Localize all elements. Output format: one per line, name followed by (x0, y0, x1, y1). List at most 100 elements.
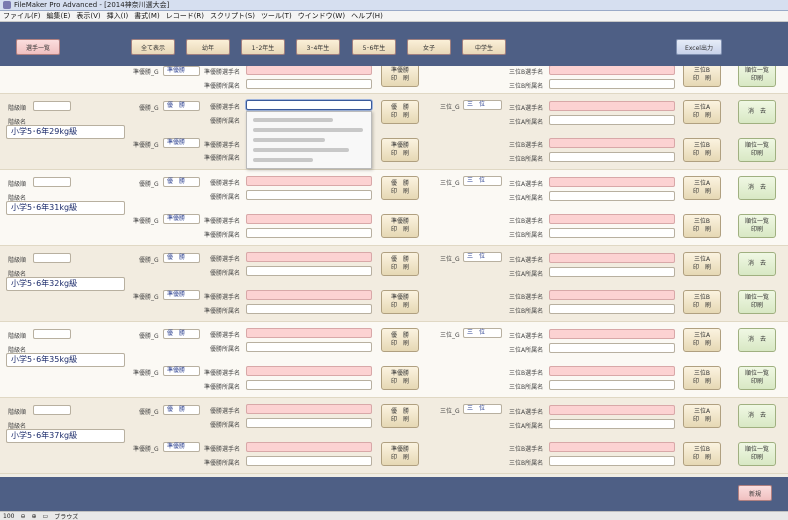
thirdB-name-field[interactable] (549, 442, 675, 452)
print-thirdB-button[interactable]: 三位B 印 刷 (683, 442, 721, 466)
dropdown-item[interactable] (253, 118, 333, 122)
grade34-button[interactable]: 3･4年生 (296, 39, 340, 55)
grade56-button[interactable]: 5･6年生 (352, 39, 396, 55)
menu-file[interactable]: ファイル(F) (3, 11, 41, 21)
thirdB-name-field[interactable] (549, 214, 675, 224)
menu-format[interactable]: 書式(M) (134, 11, 160, 21)
thirdA-name-field[interactable] (549, 329, 675, 339)
third-g-field[interactable]: 三 位 (463, 176, 502, 186)
print-win-button[interactable]: 優 勝 印 刷 (381, 100, 419, 124)
print-list-button[interactable]: 順位一覧 印刷 (738, 366, 776, 390)
runner-club-field[interactable] (246, 228, 372, 238)
menu-window[interactable]: ウインドウ(W) (298, 11, 345, 21)
win-name-field[interactable] (246, 404, 372, 414)
print-win-button[interactable]: 優 勝 印 刷 (381, 404, 419, 428)
thirdA-name-field[interactable] (549, 405, 675, 415)
win-name-field[interactable] (246, 328, 372, 338)
dropdown-item[interactable] (253, 158, 313, 162)
print-list-button[interactable]: 順位一覧 印刷 (738, 138, 776, 162)
third-g-field[interactable]: 三 位 (463, 252, 502, 262)
junior-high-button[interactable]: 中学生 (462, 39, 506, 55)
delete-button[interactable]: 消 去 (738, 176, 776, 200)
thirdA-name-field[interactable] (549, 177, 675, 187)
print-runner-button[interactable]: 準優勝 印 刷 (381, 442, 419, 466)
print-win-button[interactable]: 優 勝 印 刷 (381, 328, 419, 352)
print-thirdB-button[interactable]: 三位B 印 刷 (683, 290, 721, 314)
print-thirdA-button[interactable]: 三位A 印 刷 (683, 404, 721, 428)
print-list-button[interactable]: 順位一覧 印刷 (738, 66, 776, 87)
runner-g-field[interactable]: 準優勝 (163, 442, 200, 452)
thirdA-club-field[interactable] (549, 267, 675, 277)
print-thirdA-button[interactable]: 三位A 印 刷 (683, 252, 721, 276)
win-club-field[interactable] (246, 342, 372, 352)
print-list-button[interactable]: 順位一覧 印刷 (738, 214, 776, 238)
print-list-button[interactable]: 順位一覧 印刷 (738, 442, 776, 466)
menu-records[interactable]: レコード(R) (166, 11, 204, 21)
print-thirdA-button[interactable]: 三位A 印 刷 (683, 100, 721, 124)
runner-club-field[interactable] (246, 380, 372, 390)
print-win-button[interactable]: 優 勝 印 刷 (381, 176, 419, 200)
class-name-field[interactable]: 小学5･6年32kg級 (6, 277, 125, 291)
runner-g-field[interactable]: 準優勝 (163, 138, 200, 148)
thirdB-name-field[interactable] (549, 66, 675, 75)
grade12-button[interactable]: 1･2年生 (241, 39, 285, 55)
third-g-field[interactable]: 三 位 (463, 100, 502, 110)
print-thirdB-button[interactable]: 三位B 印 刷 (683, 214, 721, 238)
runner-club-field[interactable] (246, 304, 372, 314)
zoom-level[interactable]: 100 (3, 513, 14, 520)
delete-button[interactable]: 消 去 (738, 404, 776, 428)
thirdB-name-field[interactable] (549, 366, 675, 376)
print-runner-button[interactable]: 準優勝 印 刷 (381, 138, 419, 162)
win-g-field[interactable]: 優 勝 (163, 253, 200, 263)
print-win-button[interactable]: 優 勝 印 刷 (381, 252, 419, 276)
win-g-field[interactable]: 優 勝 (163, 329, 200, 339)
delete-button[interactable]: 消 去 (738, 328, 776, 352)
runner-name-field[interactable] (246, 366, 372, 376)
thirdA-name-field[interactable] (549, 253, 675, 263)
win-g-field[interactable]: 優 勝 (163, 405, 200, 415)
menu-insert[interactable]: 挿入(I) (107, 11, 129, 21)
third-g-field[interactable]: 三 位 (463, 328, 502, 338)
menu-tools[interactable]: ツール(T) (261, 11, 292, 21)
class-no-field[interactable] (33, 405, 71, 415)
print-runner-button[interactable]: 準優勝 印 刷 (381, 214, 419, 238)
zoom-in-icon[interactable]: ⊕ (31, 513, 36, 520)
class-no-field[interactable] (33, 329, 71, 339)
runner-club-field[interactable] (246, 79, 372, 89)
runner-club-field[interactable] (246, 456, 372, 466)
thirdB-name-field[interactable] (549, 290, 675, 300)
dropdown-item[interactable] (253, 128, 363, 132)
class-no-field[interactable] (33, 253, 71, 263)
print-thirdA-button[interactable]: 三位A 印 刷 (683, 176, 721, 200)
thirdB-club-field[interactable] (549, 304, 675, 314)
player-list-button[interactable]: 選手一覧 (16, 39, 60, 55)
win-g-field[interactable]: 優 勝 (163, 177, 200, 187)
zoom-out-icon[interactable]: ⊖ (20, 513, 25, 520)
thirdA-club-field[interactable] (549, 419, 675, 429)
thirdB-club-field[interactable] (549, 456, 675, 466)
thirdA-club-field[interactable] (549, 343, 675, 353)
thirdB-club-field[interactable] (549, 79, 675, 89)
print-thirdB-button[interactable]: 三位B 印 刷 (683, 366, 721, 390)
win-g-field[interactable]: 優 勝 (163, 101, 200, 111)
print-list-button[interactable]: 順位一覧 印刷 (738, 290, 776, 314)
show-all-button[interactable]: 全て表示 (131, 39, 175, 55)
print-thirdA-button[interactable]: 三位A 印 刷 (683, 328, 721, 352)
win-name-field[interactable] (246, 176, 372, 186)
class-name-field[interactable]: 小学5･6年35kg級 (6, 353, 125, 367)
thirdB-club-field[interactable] (549, 380, 675, 390)
menu-scripts[interactable]: スクリプト(S) (210, 11, 255, 21)
delete-button[interactable]: 消 去 (738, 252, 776, 276)
menu-help[interactable]: ヘルプ(H) (351, 11, 383, 21)
win-club-field[interactable] (246, 266, 372, 276)
thirdB-club-field[interactable] (549, 152, 675, 162)
menu-view[interactable]: 表示(V) (76, 11, 100, 21)
class-name-field[interactable]: 小学5･6年37kg級 (6, 429, 125, 443)
win-name-field[interactable] (246, 252, 372, 262)
class-name-field[interactable]: 小学5･6年31kg級 (6, 201, 125, 215)
win-name-field[interactable] (246, 100, 372, 110)
thirdA-club-field[interactable] (549, 115, 675, 125)
third-g-field[interactable]: 三 位 (463, 404, 502, 414)
class-no-field[interactable] (33, 177, 71, 187)
class-name-field[interactable]: 小学5･6年29kg級 (6, 125, 125, 139)
